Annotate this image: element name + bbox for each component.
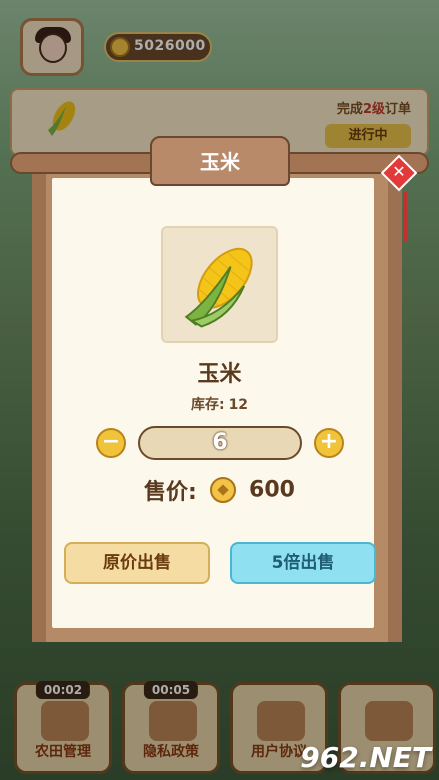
handshake-icon	[257, 701, 305, 741]
price-row: 售价: 600	[4, 474, 435, 506]
coin-icon	[110, 37, 130, 57]
hut-icon	[365, 701, 413, 741]
sell-original-price-button[interactable]: 原价出售	[64, 542, 210, 584]
player-avatar[interactable]	[20, 18, 84, 76]
corn-icon	[184, 247, 253, 328]
coin-counter: 5026000	[104, 32, 212, 62]
decrease-quantity-button[interactable]: −	[96, 428, 126, 458]
stock-info: 库存: 12	[4, 394, 435, 414]
sell-5x-price-button[interactable]: 5倍出售	[230, 542, 376, 584]
nav-label: 农田管理	[35, 744, 91, 760]
document-icon	[149, 701, 197, 741]
barn-icon	[41, 701, 89, 741]
avatar-face	[39, 33, 67, 63]
increase-quantity-button[interactable]: +	[314, 428, 344, 458]
coin-icon	[209, 477, 236, 503]
price-label: 售价:	[144, 480, 197, 505]
modal-header: 玉米	[4, 132, 435, 188]
close-icon: ✕	[392, 162, 406, 181]
price-value: 600	[249, 477, 295, 503]
item-name: 玉米	[197, 362, 242, 387]
stock-label: 库存:	[190, 397, 225, 413]
order-description: 完成2级订单	[336, 102, 411, 117]
quantity-field[interactable]: 6	[138, 426, 302, 460]
stock-value: 12	[228, 397, 249, 413]
nav-farm-management[interactable]: 00:02 农田管理	[14, 681, 112, 774]
nav-timer: 00:05	[143, 681, 199, 699]
nav-privacy-policy[interactable]: 00:05 隐私政策	[122, 681, 220, 774]
watermark-logo: 962.NET	[300, 741, 431, 774]
nav-label: 隐私政策	[143, 744, 199, 760]
sell-item-modal: 玉米 ✕ 玉米 库存: 12 − 6 + 售价: 600 原价出售 5倍出售	[4, 132, 435, 650]
nav-timer: 00:02	[35, 681, 91, 699]
coin-amount: 5026000	[134, 38, 206, 54]
modal-title: 玉米	[200, 150, 240, 174]
tassel-decoration	[403, 192, 407, 242]
item-image-tile	[161, 226, 278, 343]
